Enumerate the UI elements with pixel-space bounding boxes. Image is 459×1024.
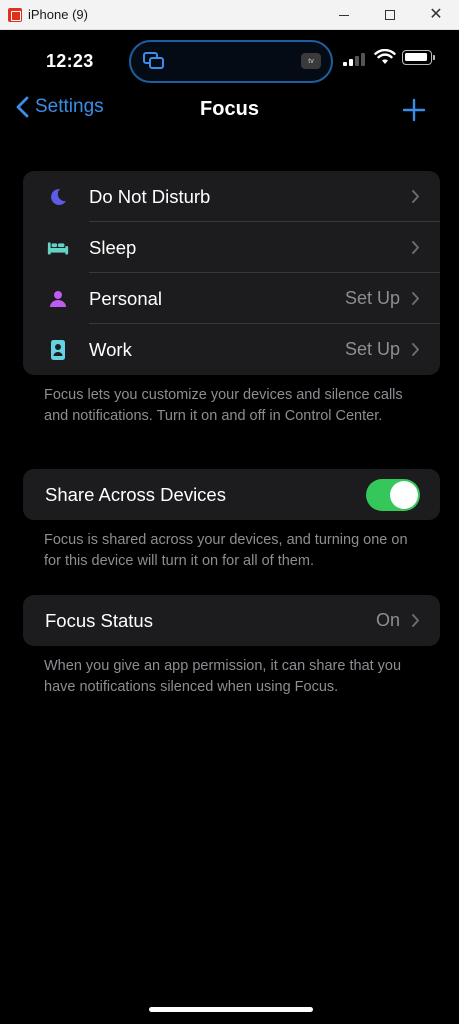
focus-row-label: Personal: [89, 287, 163, 309]
chevron-right-icon: [412, 292, 419, 305]
focus-status-value: On: [375, 610, 400, 630]
phone-screen: 12:23 tv Settings Focus Do Not Disturb S…: [2, 30, 457, 1022]
maximize-button[interactable]: [367, 0, 413, 30]
share-group: Share Across Devices: [23, 469, 440, 520]
home-indicator[interactable]: [149, 1007, 313, 1012]
focus-row-do-not-disturb[interactable]: Do Not Disturb: [23, 171, 440, 222]
cellular-signal-icon: [343, 52, 367, 66]
minimize-icon: [339, 14, 349, 16]
battery-icon: [402, 50, 435, 65]
status-footer-text: When you give an app permission, it can …: [44, 658, 402, 695]
chevron-right-icon: [412, 614, 419, 627]
focus-modes-list: Do Not Disturb Sleep Personal Set Up Wor…: [23, 171, 440, 375]
status-time: 12:23: [46, 51, 94, 71]
moon-icon: [47, 187, 69, 207]
share-footer-text: Focus is shared across your devices, and…: [44, 532, 408, 569]
focus-row-label: Work: [89, 338, 132, 360]
page-title: Focus: [200, 98, 259, 120]
maximize-icon: [385, 10, 395, 20]
minimize-button[interactable]: [321, 0, 367, 30]
person-icon: [47, 289, 69, 309]
focus-row-value: Set Up: [344, 288, 400, 308]
share-across-devices-row: Share Across Devices: [23, 469, 440, 520]
focus-row-label: Sleep: [89, 236, 137, 258]
plus-icon[interactable]: [402, 98, 426, 122]
close-button[interactable]: ✕: [413, 0, 459, 30]
window-titlebar: iPhone (9) ✕: [0, 0, 459, 30]
apple-tv-badge: tv: [301, 53, 321, 69]
focus-status-label: Focus Status: [45, 609, 153, 631]
screen-mirroring-icon: [143, 52, 165, 70]
chevron-right-icon: [412, 241, 419, 254]
focus-row-work[interactable]: Work Set Up: [23, 324, 440, 375]
focus-status-row[interactable]: Focus Status On: [23, 595, 440, 646]
focus-row-personal[interactable]: Personal Set Up: [23, 273, 440, 324]
chevron-right-icon: [412, 343, 419, 356]
chevron-right-icon: [412, 190, 419, 203]
status-group: Focus Status On: [23, 595, 440, 646]
dynamic-island[interactable]: tv: [129, 40, 333, 83]
window-title: iPhone (9): [28, 7, 88, 22]
share-label: Share Across Devices: [45, 483, 226, 505]
app-icon: [8, 8, 22, 22]
close-icon: ✕: [429, 6, 443, 23]
focus-row-value: Set Up: [344, 339, 400, 359]
focus-row-sleep[interactable]: Sleep: [23, 222, 440, 273]
badge-icon: [47, 340, 69, 360]
bed-icon: [47, 238, 69, 258]
focus-footer-text: Focus lets you customize your devices an…: [44, 387, 403, 424]
share-across-devices-toggle[interactable]: [366, 479, 420, 511]
wifi-icon: [374, 49, 396, 64]
focus-row-label: Do Not Disturb: [89, 185, 211, 207]
